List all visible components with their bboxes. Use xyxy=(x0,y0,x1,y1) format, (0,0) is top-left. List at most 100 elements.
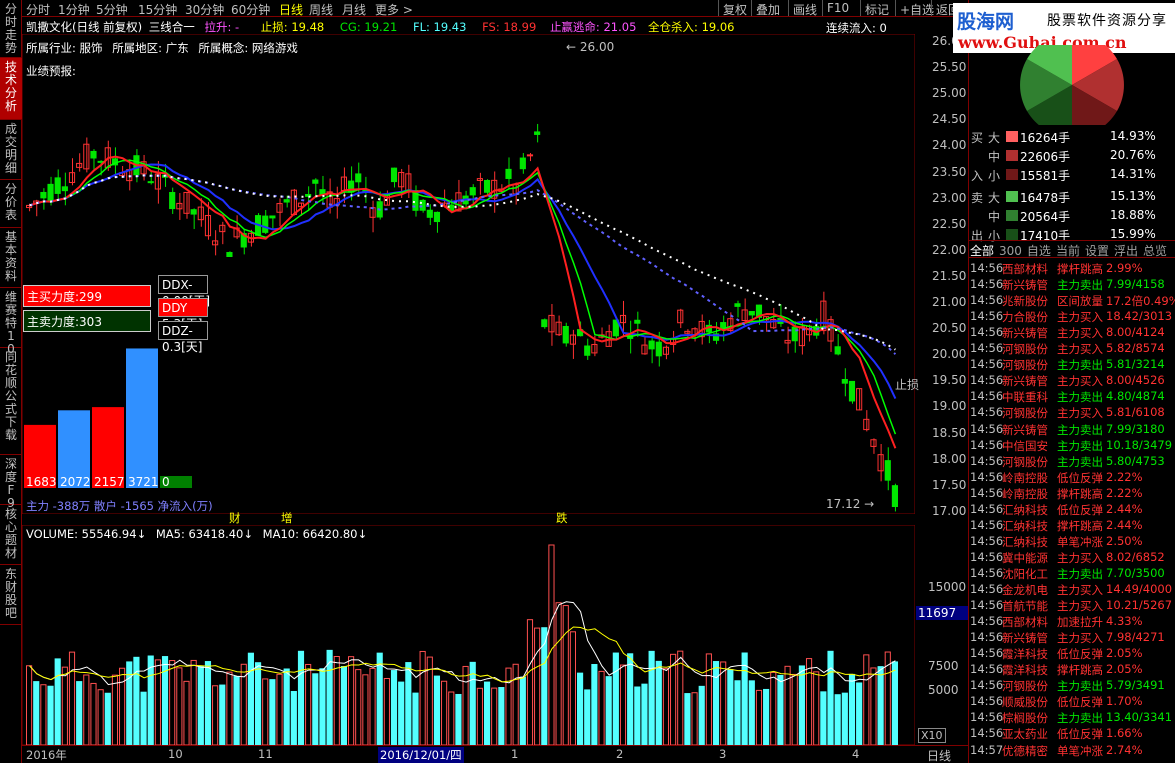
flow-color-swatch xyxy=(1006,150,1018,161)
toolbar-button-1[interactable]: 叠加 xyxy=(751,0,784,17)
toolbar-button-4[interactable]: 标记 xyxy=(860,0,893,17)
trade-row[interactable]: 14:56 汇纳科技 低位反弹 2.44% xyxy=(968,502,1175,518)
trade-detail: 5.79/3491 xyxy=(1106,678,1165,693)
date-tick-7: 4 xyxy=(852,747,860,761)
timeframe-label[interactable]: 日线 xyxy=(927,747,951,763)
list-tab-0[interactable]: 全部 xyxy=(970,244,994,258)
trade-row[interactable]: 14:56 兆新股份 区间放量 17.2倍0.49% xyxy=(968,293,1175,309)
toolbar-button-0[interactable]: 复权 xyxy=(718,0,751,17)
volume-bar xyxy=(877,666,884,745)
price-tick-17: 17.50 xyxy=(932,477,967,492)
trade-row[interactable]: 14:56 新兴铸管 主力买入 8.00/4526 xyxy=(968,373,1175,389)
volume-bar xyxy=(476,687,483,745)
left-tab-3[interactable]: 分价表 xyxy=(0,180,22,228)
candle-body xyxy=(262,215,269,233)
trade-row[interactable]: 14:56 河钢股份 主力卖出 5.80/4753 xyxy=(968,454,1175,470)
period-tab-5[interactable]: 60分钟 xyxy=(231,1,270,18)
trade-row[interactable]: 14:56 新兴铸管 主力买入 7.98/4271 xyxy=(968,630,1175,646)
list-tab-5[interactable]: 浮出 xyxy=(1114,244,1138,258)
volume-chart[interactable] xyxy=(22,525,915,745)
period-tab-4[interactable]: 30分钟 xyxy=(185,1,224,18)
trade-row[interactable]: 14:56 岭南控股 撑杆跳高 2.22% xyxy=(968,486,1175,502)
trade-action: 主力买入 xyxy=(1057,310,1103,325)
trade-stock: 冀中能源 xyxy=(1002,550,1048,565)
left-tab-6[interactable]: 同花顺公式下载 xyxy=(0,348,22,455)
trade-row[interactable]: 14:56 新兴铸管 主力买入 8.00/4124 xyxy=(968,325,1175,341)
flow-volume: 15581手 xyxy=(1020,169,1071,183)
trade-row[interactable]: 14:56 首航节能 主力买入 10.21/5267 xyxy=(968,598,1175,614)
candle-body xyxy=(419,199,426,211)
period-tab-0[interactable]: 分时 xyxy=(26,1,50,18)
toolbar-button-3[interactable]: F10 xyxy=(822,0,853,16)
flow-size: 小 xyxy=(988,169,1001,183)
flow-color-swatch xyxy=(1006,210,1018,221)
high-price-label: ← 26.00 xyxy=(566,40,615,54)
left-tab-0[interactable]: 分时走势 xyxy=(0,0,22,58)
trade-row[interactable]: 14:56 河钢股份 主力卖出 5.79/3491 xyxy=(968,678,1175,694)
left-tab-5[interactable]: 维赛特10 xyxy=(0,288,22,356)
left-tab-2[interactable]: 成交明细 xyxy=(0,120,22,180)
trade-stock: 首航节能 xyxy=(1002,599,1048,614)
left-tab-7[interactable]: 深度F9 xyxy=(0,455,22,510)
volume-bar xyxy=(190,659,197,745)
left-tab-9[interactable]: 东财股吧 xyxy=(0,565,22,625)
trade-row[interactable]: 14:57 优德精密 单笔冲涨 2.74% xyxy=(968,743,1175,759)
stock-title: 凯撒文化(日线 前复权) xyxy=(26,20,143,34)
volume-bar xyxy=(97,689,104,745)
list-tab-2[interactable]: 自选 xyxy=(1027,244,1051,258)
trade-row[interactable]: 14:56 中信国安 主力卖出 10.18/3479 xyxy=(968,438,1175,454)
list-tab-4[interactable]: 设置 xyxy=(1085,244,1109,258)
low-price-label: 17.12 → xyxy=(826,497,875,511)
trade-row[interactable]: 14:56 霞洋科技 低位反弹 2.05% xyxy=(968,646,1175,662)
force-bar-label-4: 0 xyxy=(162,475,170,489)
period-tab-6[interactable]: 日线 xyxy=(279,1,303,18)
trade-row[interactable]: 14:56 西部材料 加速拉升 4.33% xyxy=(968,614,1175,630)
banner-logo: 股海网 xyxy=(957,11,1015,33)
trade-row[interactable]: 14:56 新兴铸管 主力卖出 7.99/4158 xyxy=(968,277,1175,293)
list-tab-1[interactable]: 300 xyxy=(999,244,1022,258)
period-tab-2[interactable]: 5分钟 xyxy=(96,1,128,18)
trade-row[interactable]: 14:56 汇纳科技 单笔冲涨 2.50% xyxy=(968,534,1175,550)
candle-body xyxy=(534,131,541,135)
trade-row[interactable]: 14:56 金龙机电 主力买入 14.49/4000 xyxy=(968,582,1175,598)
volume-bar xyxy=(548,544,555,745)
left-tab-8[interactable]: 核心题材 xyxy=(0,505,22,565)
trade-row[interactable]: 14:56 河钢股份 主力卖出 5.81/3214 xyxy=(968,357,1175,373)
period-tab-7[interactable]: 周线 xyxy=(309,1,333,18)
trade-row[interactable]: 14:56 沈阳化工 主力卖出 7.70/3500 xyxy=(968,566,1175,582)
trade-row[interactable]: 14:56 亚太药业 低位反弹 1.66% xyxy=(968,726,1175,742)
toolbar-button-2[interactable]: 画线 xyxy=(788,0,821,17)
period-tab-9[interactable]: 更多 > xyxy=(375,1,413,18)
trade-row[interactable]: 14:56 霞洋科技 撑杆跳高 2.05% xyxy=(968,662,1175,678)
trade-row[interactable]: 14:56 顺威股份 低位反弹 1.70% xyxy=(968,694,1175,710)
trade-action: 主力卖出 xyxy=(1057,711,1103,726)
period-toolbar: 分时 1分钟 5分钟 15分钟 30分钟 60分钟 日线 周线 月线 更多 > 复权 叠加 画线 F10 标… xyxy=(22,0,970,17)
trade-stock: 霞洋科技 xyxy=(1002,647,1048,662)
volume-bar xyxy=(748,680,755,745)
period-tab-8[interactable]: 月线 xyxy=(342,1,366,18)
list-tab-6[interactable]: 总览 xyxy=(1143,244,1167,258)
trade-row[interactable]: 14:56 岭南控股 低位反弹 2.22% xyxy=(968,470,1175,486)
flow-volume: 22606手 xyxy=(1020,150,1071,164)
trade-row[interactable]: 14:56 棕榈股份 主力卖出 13.40/3341 xyxy=(968,710,1175,726)
volume-bar xyxy=(412,692,419,745)
left-tab-4[interactable]: 基本资料 xyxy=(0,228,22,288)
candle-body xyxy=(541,319,548,328)
volume-bar xyxy=(641,683,648,745)
left-tab-1[interactable]: 技术分析 xyxy=(0,58,22,120)
volume-bar xyxy=(247,652,254,745)
trade-row[interactable]: 14:56 冀中能源 主力买入 8.02/6852 xyxy=(968,550,1175,566)
trade-row[interactable]: 14:56 力合股份 主力买入 18.42/3013 xyxy=(968,309,1175,325)
trade-row[interactable]: 14:56 河钢股份 主力买入 5.81/6108 xyxy=(968,405,1175,421)
trade-action: 主力买入 xyxy=(1057,550,1103,565)
trade-row[interactable]: 14:56 汇纳科技 撑杆跳高 2.44% xyxy=(968,518,1175,534)
period-tab-1[interactable]: 1分钟 xyxy=(58,1,90,18)
trade-row[interactable]: 14:56 中联重科 主力卖出 4.80/4874 xyxy=(968,389,1175,405)
list-tab-3[interactable]: 当前 xyxy=(1056,244,1080,258)
trade-action: 主力卖出 xyxy=(1057,438,1103,453)
trade-row[interactable]: 14:56 新兴铸管 主力卖出 7.99/3180 xyxy=(968,422,1175,438)
trade-row[interactable]: 14:56 西部材料 撑杆跳高 2.99% xyxy=(968,261,1175,277)
period-tab-3[interactable]: 15分钟 xyxy=(138,1,177,18)
price-tick-15: 18.50 xyxy=(932,425,967,440)
trade-row[interactable]: 14:56 河钢股份 主力买入 5.82/8574 xyxy=(968,341,1175,357)
